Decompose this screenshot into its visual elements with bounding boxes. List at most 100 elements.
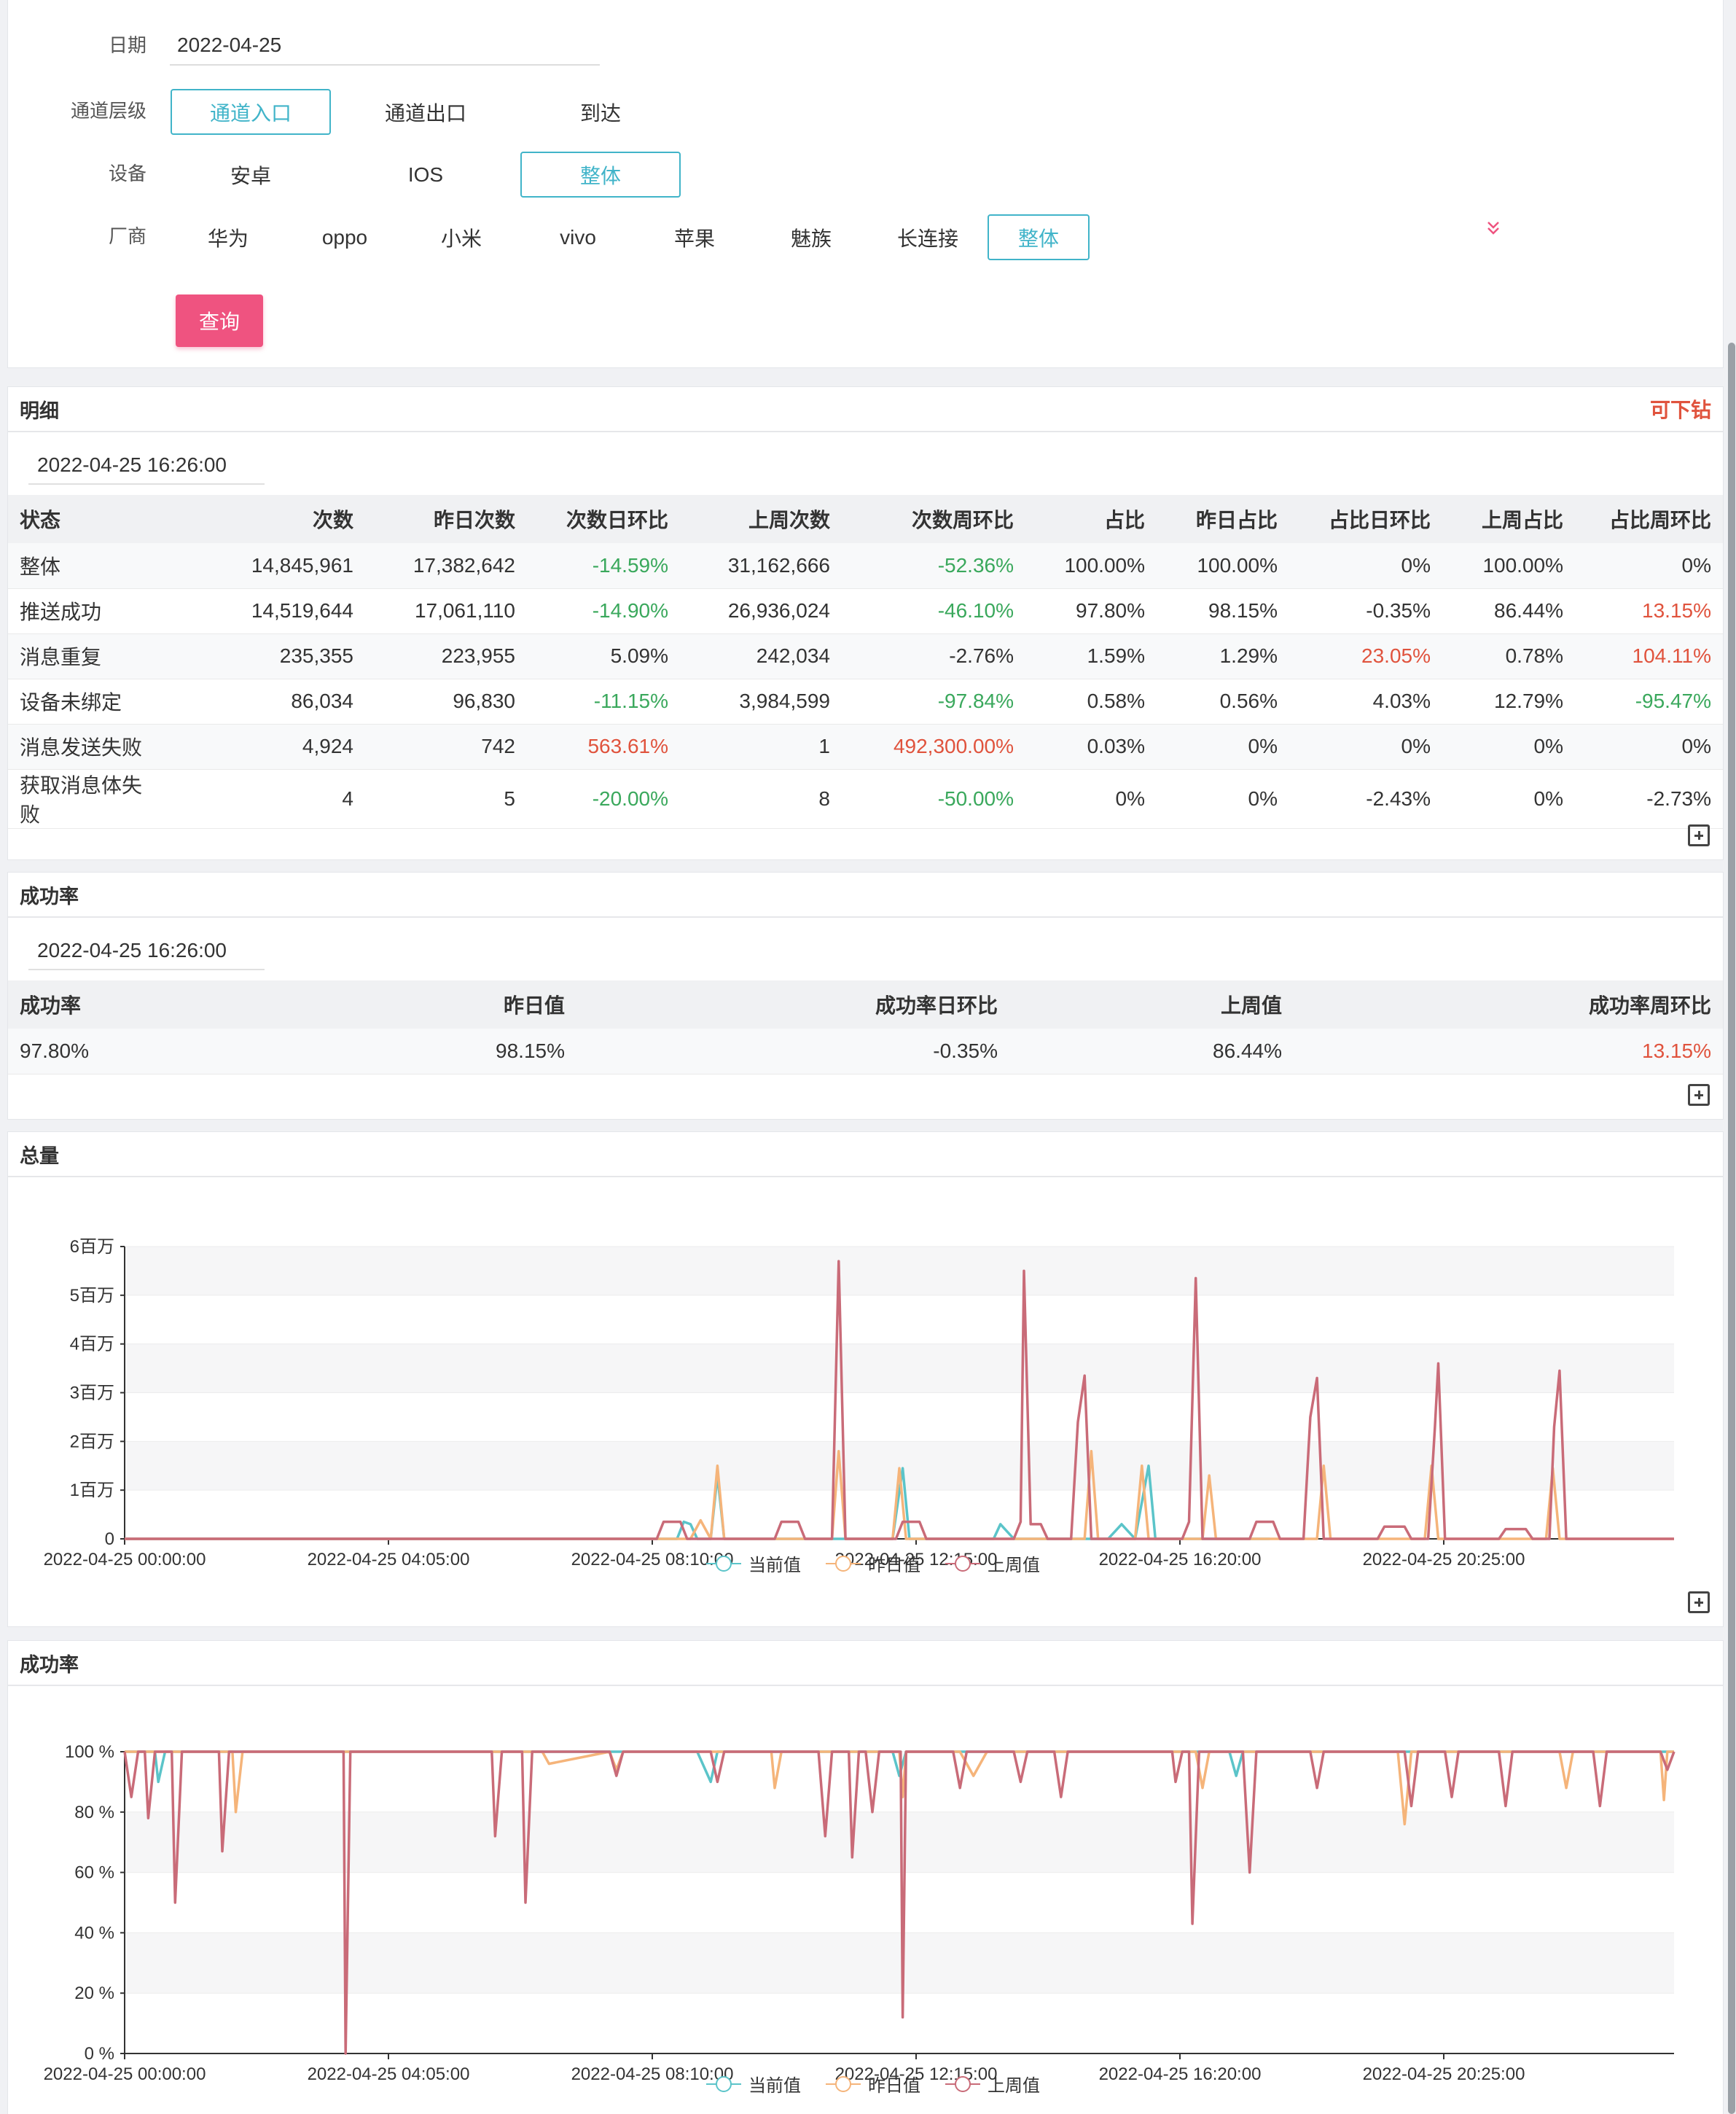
cell: -14.90% bbox=[527, 588, 680, 634]
channel-label: 通道层级 bbox=[70, 100, 146, 122]
cell-status: 获取消息体失败 bbox=[8, 769, 154, 829]
vendor-option-xiaomi[interactable]: 小米 bbox=[410, 214, 512, 260]
success-table: 成功率 昨日值 成功率日环比 上周值 成功率周环比 97.80% 98.15% … bbox=[8, 980, 1723, 1074]
cell: 742 bbox=[365, 724, 527, 770]
cell: -95.47% bbox=[1575, 679, 1723, 725]
col-count[interactable]: 次数 bbox=[154, 495, 365, 543]
cell: 14,519,644 bbox=[154, 588, 365, 634]
legend-item-yesterday[interactable]: 昨日值 bbox=[826, 2071, 920, 2097]
col-rate-dod[interactable]: 成功率日环比 bbox=[576, 980, 1009, 1029]
channel-option-entry[interactable]: 通道入口 bbox=[171, 89, 331, 135]
table-row: 97.80% 98.15% -0.35% 86.44% 13.15% bbox=[8, 1029, 1723, 1074]
query-button[interactable]: 查询 bbox=[176, 295, 263, 347]
volume-chart-title: 总量 bbox=[20, 1144, 59, 1167]
add-to-board-icon[interactable] bbox=[1688, 824, 1710, 846]
vendor-option-apple[interactable]: 苹果 bbox=[644, 214, 746, 260]
grid-band bbox=[125, 1343, 1674, 1393]
y-tick-label: 1百万 bbox=[70, 1481, 114, 1500]
cell: -2.43% bbox=[1289, 769, 1442, 829]
volume-chart-panel: 总量 0 1百万 2百万 3百万 4百万 5百万 6百万 2022-04-25 00:00:0… bbox=[7, 1131, 1724, 1627]
legend-marker-current bbox=[706, 1555, 741, 1572]
detail-title: 明细 bbox=[20, 399, 59, 422]
drill-down-link[interactable]: 可下钻 bbox=[1650, 394, 1711, 424]
cell: 0% bbox=[1289, 724, 1442, 770]
rate-chart: 0 % 20 % 40 % 60 % 80 % 100 % 2022-04-25 00:00… bbox=[44, 1742, 1676, 2081]
col-yesterday-count[interactable]: 昨日次数 bbox=[365, 495, 527, 543]
rate-chart-panel: 成功率 0 % 20 % 40 % 60 % 80 % 100 % 2022-04-25 0… bbox=[7, 1640, 1724, 2114]
success-title: 成功率 bbox=[20, 885, 79, 908]
page-scrollbar[interactable] bbox=[1727, 0, 1736, 2114]
legend-item-current[interactable]: 当前值 bbox=[706, 1551, 801, 1576]
cell: 100.00% bbox=[1157, 543, 1289, 589]
cell: 0% bbox=[1157, 769, 1289, 829]
detail-timestamp-input[interactable]: 2022-04-25 16:26:00 bbox=[28, 447, 265, 485]
cell: 26,936,024 bbox=[680, 588, 842, 634]
col-status[interactable]: 状态 bbox=[8, 495, 154, 543]
cell: 4,924 bbox=[154, 724, 365, 770]
cell-status: 消息发送失败 bbox=[8, 724, 154, 770]
col-count-dod[interactable]: 次数日环比 bbox=[527, 495, 680, 543]
cell: 0% bbox=[1575, 543, 1723, 589]
cell: 0% bbox=[1157, 724, 1289, 770]
table-row: 设备未绑定 86,034 96,830 -11.15% 3,984,599 -9… bbox=[8, 679, 1723, 725]
add-to-board-icon[interactable] bbox=[1688, 1084, 1710, 1106]
vendor-option-oppo[interactable]: oppo bbox=[294, 214, 396, 260]
legend-item-current[interactable]: 当前值 bbox=[706, 2071, 801, 2097]
vendor-option-meizu[interactable]: 魅族 bbox=[760, 214, 862, 260]
cell: -50.00% bbox=[842, 769, 1025, 829]
vendor-option-huawei[interactable]: 华为 bbox=[177, 214, 279, 260]
legend-item-lastweek[interactable]: 上周值 bbox=[945, 2071, 1040, 2097]
cell: 0% bbox=[1442, 769, 1575, 829]
legend-item-lastweek[interactable]: 上周值 bbox=[945, 1551, 1040, 1576]
grid-band bbox=[125, 1932, 1674, 1994]
col-count-wow[interactable]: 次数周环比 bbox=[842, 495, 1025, 543]
channel-option-exit[interactable]: 通道出口 bbox=[345, 89, 506, 135]
legend-item-yesterday[interactable]: 昨日值 bbox=[826, 1551, 920, 1576]
vendor-option-long-connection[interactable]: 长连接 bbox=[877, 214, 979, 260]
device-option-ios[interactable]: IOS bbox=[345, 152, 506, 198]
device-option-all[interactable]: 整体 bbox=[520, 152, 681, 198]
cell: 1.29% bbox=[1157, 633, 1289, 679]
col-ratio-dod[interactable]: 占比日环比 bbox=[1289, 495, 1442, 543]
col-ratio[interactable]: 占比 bbox=[1025, 495, 1157, 543]
device-option-android[interactable]: 安卓 bbox=[171, 152, 331, 198]
cell-status: 消息重复 bbox=[8, 633, 154, 679]
grid-band bbox=[125, 1811, 1674, 1873]
detail-header: 明细 可下钻 bbox=[8, 387, 1723, 432]
cell-status: 设备未绑定 bbox=[8, 679, 154, 725]
channel-option-arrive[interactable]: 到达 bbox=[520, 89, 681, 135]
date-label: 日期 bbox=[108, 34, 146, 56]
col-yesterday-value[interactable]: 昨日值 bbox=[227, 980, 576, 1029]
detail-panel: 明细 可下钻 2022-04-25 16:26:00 状态 次数 昨日次数 次数… bbox=[7, 386, 1724, 860]
col-lastweek-value[interactable]: 上周值 bbox=[1009, 980, 1294, 1029]
col-lastweek-ratio[interactable]: 上周占比 bbox=[1442, 495, 1575, 543]
scrollbar-thumb[interactable] bbox=[1728, 343, 1735, 2114]
cell: 5 bbox=[365, 769, 527, 829]
cell: 0.56% bbox=[1157, 679, 1289, 725]
y-tick-label: 0 % bbox=[85, 2044, 114, 2064]
vendor-option-vivo[interactable]: vivo bbox=[527, 214, 629, 260]
date-input[interactable]: 2022-04-25 bbox=[170, 26, 600, 66]
col-success-rate[interactable]: 成功率 bbox=[8, 980, 227, 1029]
cell: 0% bbox=[1442, 724, 1575, 770]
detail-table-header: 状态 次数 昨日次数 次数日环比 上周次数 次数周环比 占比 昨日占比 占比日环… bbox=[8, 495, 1723, 543]
series-line-lastweek[interactable] bbox=[123, 1750, 1676, 2055]
cell: 4.03% bbox=[1289, 679, 1442, 725]
col-rate-wow[interactable]: 成功率周环比 bbox=[1294, 980, 1723, 1029]
table-row: 推送成功 14,519,644 17,061,110 -14.90% 26,93… bbox=[8, 588, 1723, 634]
y-tick-label: 60 % bbox=[74, 1863, 114, 1883]
rate-chart-header: 成功率 bbox=[8, 1641, 1723, 1686]
double-chevron-down-icon[interactable] bbox=[1486, 220, 1501, 241]
rate-chart-legend: 当前值 昨日值 上周值 bbox=[706, 2071, 1040, 2097]
add-to-board-icon[interactable] bbox=[1688, 1591, 1710, 1613]
success-table-header: 成功率 昨日值 成功率日环比 上周值 成功率周环比 bbox=[8, 980, 1723, 1029]
success-timestamp-input[interactable]: 2022-04-25 16:26:00 bbox=[28, 932, 265, 970]
col-lastweek-count[interactable]: 上周次数 bbox=[680, 495, 842, 543]
success-header: 成功率 bbox=[8, 873, 1723, 918]
table-row: 整体 14,845,961 17,382,642 -14.59% 31,162,… bbox=[8, 543, 1723, 589]
col-yesterday-ratio[interactable]: 昨日占比 bbox=[1157, 495, 1289, 543]
col-ratio-wow[interactable]: 占比周环比 bbox=[1575, 495, 1723, 543]
cell: -2.73% bbox=[1575, 769, 1723, 829]
cell: 14,845,961 bbox=[154, 543, 365, 589]
vendor-option-all[interactable]: 整体 bbox=[988, 214, 1090, 260]
